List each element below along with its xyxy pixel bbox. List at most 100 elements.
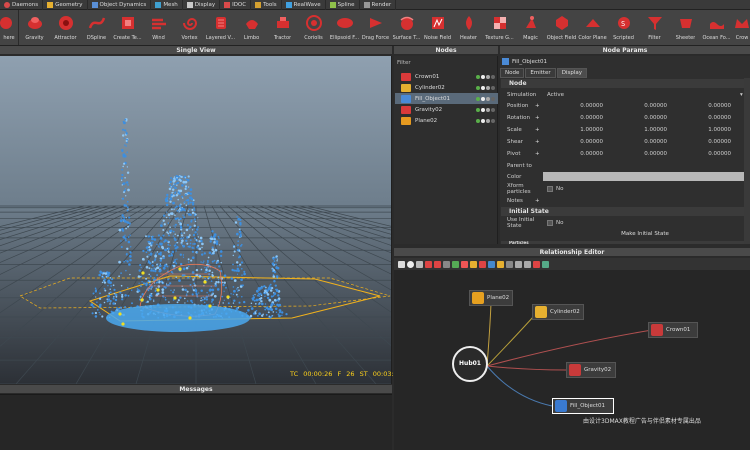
tab-display[interactable]: Display [183,0,221,10]
node-gravity02[interactable]: Gravity02 [395,104,498,115]
render-flag-icon[interactable] [491,96,495,101]
tool-magic[interactable]: Magic [515,10,546,45]
script-tool-icon[interactable] [515,260,522,268]
section-node[interactable]: Node [501,79,750,88]
tool-object-field[interactable]: Object Field [546,10,577,45]
visible-flag-icon[interactable] [486,74,490,79]
expand-plus-icon[interactable]: + [535,115,543,121]
zoom-tool-icon[interactable] [479,260,486,268]
section-initial-state[interactable]: Initial State [501,207,750,216]
tool-ocean-force[interactable]: Ocean Fo... [701,10,732,45]
tool-filter[interactable]: Filter [639,10,670,45]
tab-render[interactable]: Render [360,0,397,10]
tool-crown[interactable]: Crow [732,10,750,45]
lock-flag-icon[interactable] [481,118,485,123]
node-fill-object01[interactable]: Fill_Object01 [395,93,498,104]
make-initial-state-button[interactable]: Make Initial State [540,229,750,240]
lock-flag-icon[interactable] [481,74,485,79]
node-crown01[interactable]: Crown01 [395,71,498,82]
tool-sheeter[interactable]: Sheeter [670,10,701,45]
rel-hub01[interactable]: Hub01 [452,346,488,382]
tool-tractor[interactable]: Tractor [267,10,298,45]
params-scrollbar[interactable] [744,78,750,244]
expand-plus-icon[interactable]: + [535,139,543,145]
visible-flag-icon[interactable] [486,96,490,101]
lock-flag-icon[interactable] [481,107,485,112]
rel-node-crown01[interactable]: Crown01 [648,322,698,338]
tool-ellipsoid-force[interactable]: Ellipsoid F... [329,10,360,45]
tab-mesh[interactable]: Mesh [151,0,183,10]
tool-create-tension[interactable]: Create Te... [112,10,143,45]
tool-vortex[interactable]: Vortex [174,10,205,45]
visible-flag-icon[interactable] [486,118,490,123]
lock-flag-icon[interactable] [481,85,485,90]
tool-color-plane[interactable]: Color Plane [577,10,608,45]
xform-checkbox[interactable] [547,185,553,192]
filter-tool-icon[interactable] [470,260,477,268]
tool-attractor[interactable]: Attractor [50,10,81,45]
wave-tool-icon[interactable] [524,260,531,268]
tab-emitter[interactable]: Emitter [525,68,556,78]
active-flag-icon[interactable] [476,107,480,112]
tab-display[interactable]: Display [556,68,587,78]
render-flag-icon[interactable] [491,118,495,123]
tool-layered-vortex[interactable]: Layered V... [205,10,236,45]
tool-wind[interactable]: Wind [143,10,174,45]
active-flag-icon[interactable] [476,96,480,101]
unlink-tool-icon[interactable] [434,260,441,268]
color-swatch[interactable] [543,172,748,181]
active-flag-icon[interactable] [476,118,480,123]
use-initial-checkbox[interactable] [547,219,553,226]
render-flag-icon[interactable] [491,74,495,79]
options-tool-icon[interactable] [542,260,549,268]
rel-node-plane02[interactable]: Plane02 [469,290,513,306]
folder-icon[interactable] [497,260,504,268]
tool-surface-tension[interactable]: Surface T... [391,10,422,45]
tool-gravity[interactable]: Gravity [19,10,50,45]
tool-dspline[interactable]: DSpline [81,10,112,45]
tool-coriolis[interactable]: Coriolis [298,10,329,45]
active-flag-icon[interactable] [476,74,480,79]
tab-realwave[interactable]: RealWave [282,0,326,10]
tool-sphere[interactable]: here [0,10,18,45]
rel-node-gravity02[interactable]: Gravity02 [566,362,616,378]
node-plane02[interactable]: Plane02 [395,115,498,126]
lock-flag-icon[interactable] [481,96,485,101]
rel-node-cylinder02[interactable]: Cylinder02 [532,304,584,320]
settings-tool-icon[interactable] [533,260,540,268]
rel-node-fill-object01[interactable]: Fill_Object01 [552,398,614,414]
select-tool-icon[interactable] [398,260,405,268]
link-tool-icon[interactable] [425,260,432,268]
tab-idoc[interactable]: IDOC [220,0,252,10]
visible-flag-icon[interactable] [486,107,490,112]
camera-tool-icon[interactable] [506,260,513,268]
tab-geometry[interactable]: Geometry [43,0,88,10]
tool-noise-field[interactable]: Noise Field [422,10,453,45]
tab-node[interactable]: Node [500,68,525,78]
color-tool-icon[interactable] [461,260,468,268]
active-flag-icon[interactable] [476,85,480,90]
viewport-3d[interactable] [0,56,392,384]
section-particles[interactable]: Particles [501,241,750,244]
visible-flag-icon[interactable] [486,85,490,90]
tool-limbo[interactable]: Limbo [236,10,267,45]
tool-scripted[interactable]: S Scripted [608,10,639,45]
tab-spline[interactable]: Spline [326,0,360,10]
hub-tool-icon[interactable] [452,260,459,268]
frame-icon[interactable] [416,260,423,268]
layout-tool-icon[interactable] [488,260,495,268]
render-flag-icon[interactable] [491,107,495,112]
node-cylinder02[interactable]: Cylinder02 [395,82,498,93]
expand-plus-icon[interactable]: + [535,127,543,133]
tool-drag-force[interactable]: Drag Force [360,10,391,45]
simulation-dropdown[interactable]: Active [543,92,740,98]
tool-heater[interactable]: Heater [453,10,484,45]
tool-texture-gradient[interactable]: Texture G... [484,10,515,45]
group-tool-icon[interactable] [443,260,450,268]
render-flag-icon[interactable] [491,85,495,90]
expand-plus-icon[interactable]: + [535,198,543,204]
tab-object-dynamics[interactable]: Object Dynamics [88,0,152,10]
expand-plus-icon[interactable]: + [535,151,543,157]
refresh-icon[interactable] [407,260,414,268]
expand-plus-icon[interactable]: + [535,103,543,109]
